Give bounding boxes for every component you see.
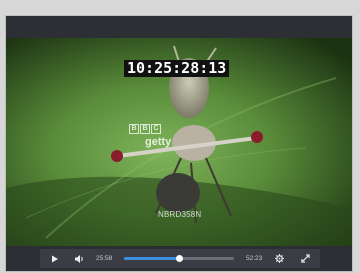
fullscreen-button[interactable] [298, 249, 312, 268]
seek-handle[interactable] [176, 255, 183, 262]
page: 10:25:28:13 B B C getty NBRD358N 25:58 5… [0, 0, 360, 273]
settings-button[interactable] [272, 249, 286, 268]
logo-letter: C [151, 124, 161, 134]
control-bar: 25:58 52:23 [6, 246, 352, 271]
fullscreen-icon [300, 254, 310, 263]
bbc-logo: B B C [129, 124, 161, 134]
clip-id: NBRD358N [158, 210, 202, 219]
logo-letter: B [129, 124, 139, 134]
logo-letter: B [140, 124, 150, 134]
duration: 52:23 [246, 255, 263, 262]
control-strip: 25:58 52:23 [40, 249, 320, 268]
video-player: 10:25:28:13 B B C getty NBRD358N 25:58 5… [6, 16, 352, 271]
video-frame[interactable]: 10:25:28:13 B B C getty NBRD358N [6, 38, 352, 246]
seek-bar[interactable] [124, 255, 234, 262]
getty-watermark: getty [145, 136, 172, 148]
seek-progress [124, 257, 179, 260]
player-title [6, 16, 352, 38]
volume-icon [75, 254, 83, 263]
timecode-overlay: 10:25:28:13 [124, 60, 230, 77]
current-time: 25:58 [96, 255, 113, 262]
play-icon [52, 255, 58, 262]
play-button[interactable] [48, 249, 62, 268]
volume-button[interactable] [72, 249, 88, 268]
gear-icon [274, 254, 284, 263]
